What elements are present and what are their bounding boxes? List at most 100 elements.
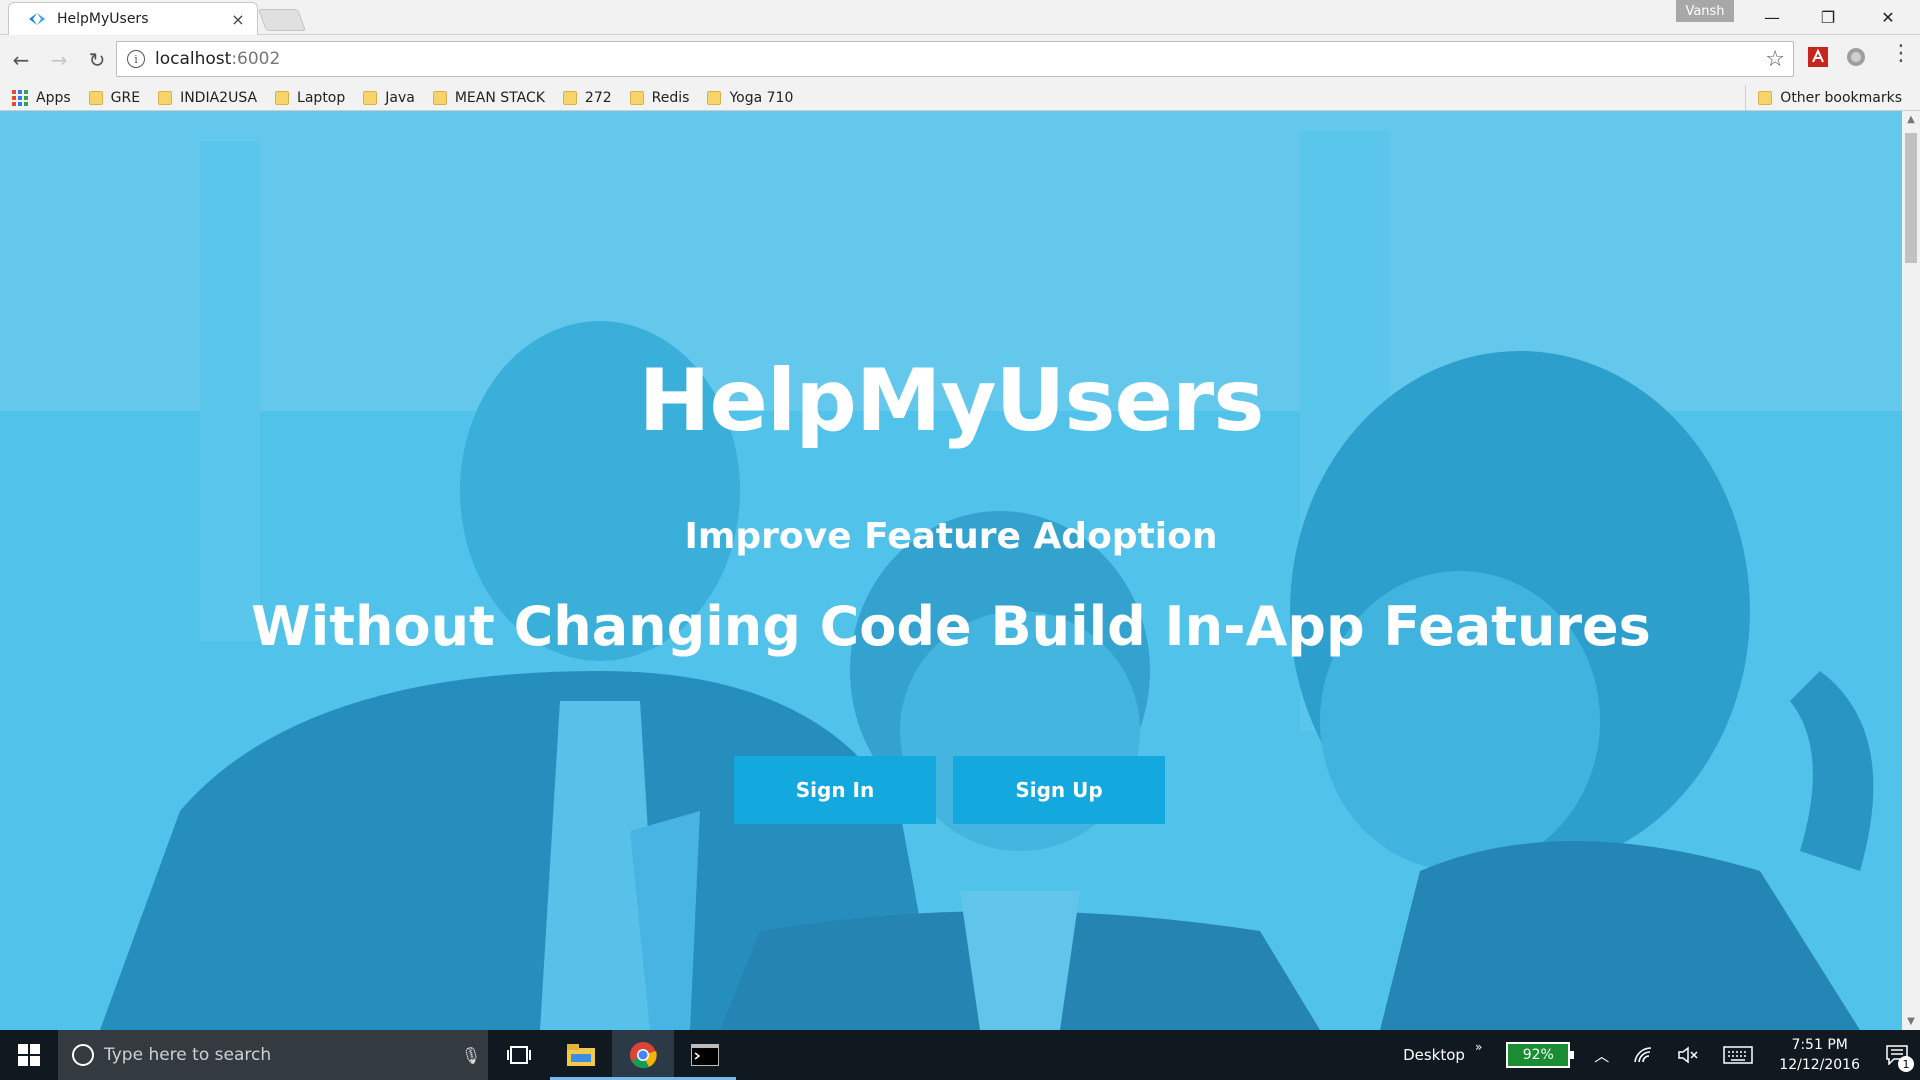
bookmark-label: Apps xyxy=(36,89,71,106)
bookmark-folder-272[interactable]: 272 xyxy=(562,89,612,106)
page-viewport: HelpMyUsers Improve Feature Adoption Wit… xyxy=(0,111,1902,1030)
profile-badge[interactable]: Vansh xyxy=(1676,0,1734,22)
scroll-down-arrow-icon[interactable]: ▼ xyxy=(1902,1013,1920,1030)
scroll-up-arrow-icon[interactable]: ▲ xyxy=(1902,111,1920,128)
apps-grid-icon xyxy=(12,89,28,106)
bookmark-folder-java[interactable]: Java xyxy=(363,90,415,106)
terminal-icon xyxy=(691,1044,719,1066)
site-info-icon[interactable]: i xyxy=(127,50,145,68)
cortana-icon xyxy=(72,1044,94,1066)
microphone-icon[interactable]: 🎙 xyxy=(454,1046,488,1065)
forward-button[interactable]: → xyxy=(42,43,76,77)
scrollbar-thumb[interactable] xyxy=(1905,133,1917,263)
task-view-button[interactable] xyxy=(488,1030,550,1080)
bookmark-label: GRE xyxy=(110,89,141,106)
browser-titlebar: HelpMyUsers × Vansh — ❐ ✕ xyxy=(0,0,1920,35)
sign-up-button[interactable]: Sign Up xyxy=(953,756,1165,824)
restore-button[interactable]: ❐ xyxy=(1800,0,1856,35)
tab-close-icon[interactable]: × xyxy=(229,10,247,29)
bookmark-label: MEAN STACK xyxy=(454,89,545,106)
touch-keyboard-button[interactable] xyxy=(1711,1030,1765,1080)
keyboard-icon xyxy=(1723,1046,1754,1064)
start-button[interactable] xyxy=(0,1030,58,1080)
taskbar-chrome[interactable] xyxy=(612,1030,674,1080)
network-button[interactable] xyxy=(1621,1030,1665,1080)
desktop-toolbar[interactable]: Desktop » xyxy=(1391,1030,1494,1080)
windows-taskbar: Type here to search 🎙 Desktop » 92% ︿ 7:… xyxy=(0,1030,1920,1080)
chevron-up-icon: ︿ xyxy=(1594,1046,1610,1065)
bookmark-label: Other bookmarks xyxy=(1780,90,1902,106)
show-hidden-icons-button[interactable]: ︿ xyxy=(1582,1030,1621,1080)
bookmark-folder-yoga-710[interactable]: Yoga 710 xyxy=(707,90,793,106)
volume-muted-icon xyxy=(1678,1046,1698,1064)
bookmark-star-icon[interactable]: ☆ xyxy=(1765,47,1785,72)
page-scrollbar[interactable]: ▲ ▼ xyxy=(1902,111,1920,1030)
wifi-icon xyxy=(1634,1047,1652,1063)
bookmark-label: 272 xyxy=(584,89,612,106)
hero-section: HelpMyUsers Improve Feature Adoption Wit… xyxy=(0,111,1902,1030)
battery-percent: 92% xyxy=(1522,1047,1554,1063)
helpmyusers-favicon xyxy=(29,13,45,25)
task-view-icon xyxy=(507,1046,531,1064)
folder-icon xyxy=(363,90,378,105)
bookmark-label: Laptop xyxy=(297,89,346,106)
folder-icon xyxy=(562,90,577,105)
browser-menu-icon[interactable]: ⋮ xyxy=(1890,41,1912,66)
browser-toolbar: ← → ↻ i localhost:6002 ☆ ⋮ xyxy=(0,35,1920,85)
bookmark-label: Java xyxy=(385,89,415,106)
taskbar-search-box[interactable]: Type here to search 🎙 xyxy=(58,1030,488,1080)
taskbar-clock[interactable]: 7:51 PM 12/12/2016 xyxy=(1765,1035,1874,1075)
address-url[interactable]: localhost:6002 xyxy=(155,49,1765,69)
toolbar-expand-icon[interactable]: » xyxy=(1475,1040,1482,1054)
windows-logo-icon xyxy=(18,1044,40,1066)
file-explorer-icon xyxy=(567,1044,595,1066)
clock-time: 7:51 PM xyxy=(1791,1037,1848,1053)
url-host: localhost xyxy=(155,49,232,69)
bookmark-label: Redis xyxy=(651,89,690,106)
chrome-icon xyxy=(630,1042,657,1069)
folder-icon xyxy=(629,90,644,105)
system-tray: Desktop » 92% ︿ 7:51 PM 12/12/2016 1 xyxy=(1391,1030,1920,1080)
folder-icon xyxy=(707,90,722,105)
bookmark-folder-gre[interactable]: GRE xyxy=(88,89,141,106)
battery-indicator[interactable]: 92% xyxy=(1494,1030,1582,1080)
bookmarks-bar: Apps GRE INDIA2USA Laptop Java MEAN STAC… xyxy=(0,85,1920,111)
bookmark-folder-laptop[interactable]: Laptop xyxy=(275,90,345,106)
clock-date: 12/12/2016 xyxy=(1779,1057,1860,1073)
pdf-extension-icon[interactable] xyxy=(1806,45,1830,69)
bookmark-label: Yoga 710 xyxy=(729,89,794,106)
back-button[interactable]: ← xyxy=(4,43,38,77)
folder-icon xyxy=(432,90,447,105)
bookmark-folder-mean-stack[interactable]: MEAN STACK xyxy=(432,89,545,106)
hero-tagline: Improve Feature Adoption xyxy=(684,516,1218,557)
bookmark-label: INDIA2USA xyxy=(180,89,258,106)
folder-icon xyxy=(88,90,103,105)
folder-icon xyxy=(275,90,290,105)
notification-count-badge: 1 xyxy=(1898,1056,1914,1072)
minimize-button[interactable]: — xyxy=(1744,0,1800,35)
bookmark-apps[interactable]: Apps xyxy=(12,89,71,106)
bookmark-folder-india2usa[interactable]: INDIA2USA xyxy=(158,90,257,106)
bookmark-folder-redis[interactable]: Redis xyxy=(629,89,690,106)
address-bar[interactable]: i localhost:6002 ☆ xyxy=(116,41,1794,77)
taskbar-search-placeholder: Type here to search xyxy=(104,1045,272,1065)
folder-icon xyxy=(158,90,173,105)
new-tab-button[interactable] xyxy=(257,9,307,31)
taskbar-file-explorer[interactable] xyxy=(550,1030,612,1080)
extension-globe-icon[interactable] xyxy=(1844,45,1868,69)
battery-icon: 92% xyxy=(1506,1042,1575,1068)
volume-button[interactable] xyxy=(1665,1030,1711,1080)
close-window-button[interactable]: ✕ xyxy=(1860,0,1916,35)
browser-tab-active[interactable]: HelpMyUsers × xyxy=(8,2,258,35)
hero-subline: Without Changing Code Build In-App Featu… xyxy=(251,595,1651,658)
sign-in-button[interactable]: Sign In xyxy=(734,756,936,824)
url-port: :6002 xyxy=(231,49,281,69)
taskbar-command-prompt[interactable] xyxy=(674,1030,736,1080)
action-center-button[interactable]: 1 xyxy=(1874,1030,1920,1080)
desktop-label: Desktop xyxy=(1403,1046,1465,1064)
reload-button[interactable]: ↻ xyxy=(80,43,114,77)
hero-brand-title: HelpMyUsers xyxy=(638,351,1265,451)
tab-title: HelpMyUsers xyxy=(57,11,149,27)
folder-icon xyxy=(1758,91,1773,105)
bookmark-other[interactable]: Other bookmarks xyxy=(1745,85,1902,111)
